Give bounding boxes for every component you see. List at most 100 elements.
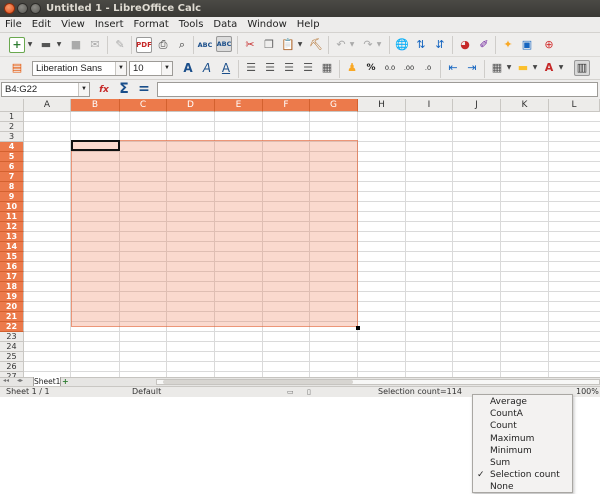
menu-data[interactable]: Data	[208, 17, 242, 32]
align-left-icon[interactable]: ☰	[243, 60, 259, 76]
horizontal-scroll-thumb[interactable]	[163, 380, 353, 384]
pivot-table-icon[interactable]: ✐	[476, 37, 492, 53]
row-header-26[interactable]: 26	[0, 362, 24, 372]
row-header-1[interactable]: 1	[0, 112, 24, 122]
new-dropdown-icon[interactable]: ▼	[27, 37, 33, 53]
active-cell-cursor[interactable]	[71, 140, 120, 151]
row-header-22[interactable]: 22	[0, 322, 24, 332]
cut-icon[interactable]: ✂	[242, 37, 258, 53]
delete-decimal-icon[interactable]: .0	[420, 60, 436, 76]
sum-icon[interactable]: Σ	[116, 81, 132, 97]
menu-item-sum[interactable]: Sum	[473, 457, 572, 469]
spelling-icon[interactable]: ABC	[197, 37, 213, 53]
autospellcheck-icon[interactable]: ABC	[216, 36, 232, 52]
select-all-corner[interactable]	[0, 99, 24, 112]
borders-dropdown-icon[interactable]: ▼	[506, 60, 512, 76]
row-header-3[interactable]: 3	[0, 132, 24, 142]
row-header-25[interactable]: 25	[0, 352, 24, 362]
menu-view[interactable]: View	[56, 17, 90, 32]
formula-input[interactable]	[157, 82, 598, 97]
maximize-window-icon[interactable]	[30, 3, 41, 14]
align-right-icon[interactable]: ☰	[281, 60, 297, 76]
minimize-window-icon[interactable]	[17, 3, 28, 14]
menu-help[interactable]: Help	[292, 17, 325, 32]
help-icon[interactable]: ⊕	[541, 37, 557, 53]
chart-icon[interactable]: ◕	[457, 37, 473, 53]
row-header-17[interactable]: 17	[0, 272, 24, 282]
column-header-a[interactable]: A	[24, 99, 71, 112]
column-header-d[interactable]: D	[167, 99, 215, 112]
menu-item-none[interactable]: None	[473, 481, 572, 493]
column-header-g[interactable]: G	[310, 99, 358, 112]
function-wizard-icon[interactable]: fx	[96, 82, 112, 98]
close-window-icon[interactable]	[4, 3, 15, 14]
copy-icon[interactable]: ❐	[261, 37, 277, 53]
row-header-7[interactable]: 7	[0, 172, 24, 182]
column-header-l[interactable]: L	[549, 99, 600, 112]
edit-file-icon[interactable]: ✎	[112, 37, 128, 53]
sidebar-toggle-icon[interactable]: ▥	[574, 60, 590, 76]
spreadsheet-grid[interactable]: A B C D E F G H I J K L 1 2 3 4 5 6 7 8 9 10 11 12 1…	[0, 99, 600, 377]
row-header-9[interactable]: 9	[0, 192, 24, 202]
font-color-dropdown-icon[interactable]: ▼	[558, 60, 564, 76]
row-header-12[interactable]: 12	[0, 222, 24, 232]
bold-icon[interactable]: A	[180, 60, 196, 76]
clone-formatting-icon[interactable]: ⛏	[308, 37, 324, 53]
row-header-4[interactable]: 4	[0, 142, 24, 152]
menu-item-average[interactable]: Average	[473, 396, 572, 408]
row-header-15[interactable]: 15	[0, 252, 24, 262]
add-decimal-icon[interactable]: .00	[401, 60, 417, 76]
document-modified-icon[interactable]: ▯	[307, 387, 311, 397]
percent-format-icon[interactable]: %	[363, 60, 379, 76]
currency-format-icon[interactable]: ♟	[344, 60, 360, 76]
column-header-j[interactable]: J	[453, 99, 501, 112]
formula-icon[interactable]: =	[136, 81, 152, 97]
insert-mode-icon[interactable]: ▭	[287, 387, 294, 397]
gallery-icon[interactable]: ▣	[519, 37, 535, 53]
navigator-icon[interactable]: ✦	[500, 37, 516, 53]
menu-window[interactable]: Window	[242, 17, 291, 32]
font-name-dropdown-icon[interactable]: ▼	[115, 62, 126, 75]
print-icon[interactable]: ⎙	[155, 37, 171, 53]
menu-tools[interactable]: Tools	[174, 17, 209, 32]
tab-nav-first-icon[interactable]: ◂◂	[3, 377, 9, 384]
column-header-f[interactable]: F	[263, 99, 310, 112]
menu-edit[interactable]: Edit	[27, 17, 56, 32]
sort-ascending-icon[interactable]: ⇅	[413, 37, 429, 53]
paste-icon[interactable]: 📋	[280, 37, 296, 53]
status-zoom-level[interactable]: 100%	[576, 387, 599, 397]
row-header-19[interactable]: 19	[0, 292, 24, 302]
open-dropdown-icon[interactable]: ▼	[56, 37, 62, 53]
row-header-11[interactable]: 11	[0, 212, 24, 222]
send-mail-icon[interactable]: ✉	[87, 37, 103, 53]
row-header-13[interactable]: 13	[0, 232, 24, 242]
new-document-icon[interactable]: +	[9, 37, 25, 53]
menu-format[interactable]: Format	[129, 17, 174, 32]
undo-icon[interactable]: ↶	[333, 37, 349, 53]
menu-item-count[interactable]: Count	[473, 420, 572, 432]
status-selection-summary[interactable]: Selection count=114	[378, 387, 462, 397]
name-box-dropdown-icon[interactable]: ▼	[78, 83, 89, 96]
selected-range[interactable]	[71, 140, 358, 327]
redo-icon[interactable]: ↷	[360, 37, 376, 53]
row-header-16[interactable]: 16	[0, 262, 24, 272]
sort-descending-icon[interactable]: ⇵	[432, 37, 448, 53]
hyperlink-icon[interactable]: 🌐	[394, 37, 410, 53]
menu-item-minimum[interactable]: Minimum	[473, 445, 572, 457]
add-sheet-icon[interactable]: +	[62, 377, 69, 386]
borders-icon[interactable]: ▦	[489, 60, 505, 76]
row-header-6[interactable]: 6	[0, 162, 24, 172]
undo-dropdown-icon[interactable]: ▼	[349, 37, 355, 53]
background-color-dropdown-icon[interactable]: ▼	[532, 60, 538, 76]
background-color-icon[interactable]: ▬	[515, 60, 531, 76]
status-page-style[interactable]: Default	[132, 387, 161, 397]
menu-file[interactable]: File	[0, 17, 27, 32]
standard-format-icon[interactable]: 0.0	[382, 60, 398, 76]
row-header-8[interactable]: 8	[0, 182, 24, 192]
font-name-box[interactable]: Liberation Sans ▼	[32, 61, 127, 76]
column-header-h[interactable]: H	[358, 99, 406, 112]
row-header-20[interactable]: 20	[0, 302, 24, 312]
name-box[interactable]: B4:G22 ▼	[1, 82, 90, 97]
print-preview-icon[interactable]: ⌕	[174, 37, 190, 53]
column-header-b[interactable]: B	[71, 99, 120, 112]
